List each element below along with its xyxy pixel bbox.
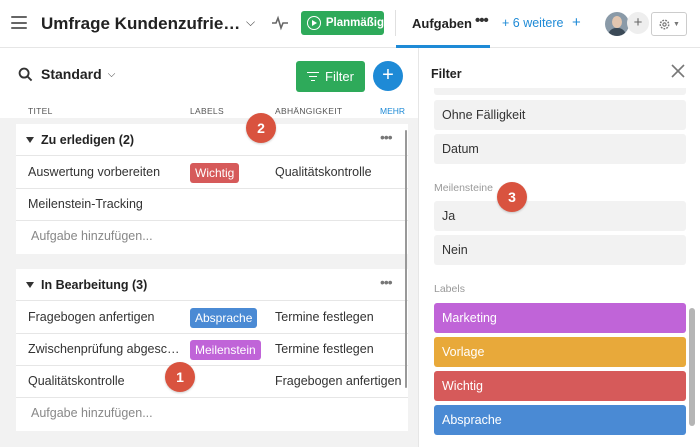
- menu-icon[interactable]: [11, 16, 27, 29]
- group-menu-icon[interactable]: •••: [380, 274, 393, 290]
- table-row[interactable]: Zwischenprüfung abgesc… Meilenstein Term…: [16, 334, 408, 366]
- group-header: In Bearbeitung (3) •••: [16, 269, 408, 301]
- tab-aufgaben[interactable]: Aufgaben: [412, 16, 472, 31]
- group-header: Zu erledigen (2) •••: [16, 124, 408, 156]
- add-member-button[interactable]: +: [627, 12, 649, 34]
- view-selector[interactable]: Standard ⌵: [18, 66, 115, 82]
- add-task-row[interactable]: Aufgabe hinzufügen...: [16, 221, 408, 253]
- column-more[interactable]: MEHR: [380, 106, 405, 116]
- task-group-todo: Zu erledigen (2) ••• Auswertung vorberei…: [16, 124, 408, 254]
- filter-button-label: Filter: [325, 69, 354, 84]
- callout-marker-3: 3: [497, 182, 527, 212]
- add-task-label: Aufgabe hinzufügen...: [31, 229, 153, 243]
- panel-title: Filter: [431, 67, 462, 81]
- gear-icon: [659, 19, 670, 29]
- filter-icon: [307, 70, 320, 82]
- group-title: In Bearbeitung (3): [41, 278, 148, 292]
- divider: [395, 10, 396, 36]
- section-label-milestones: Meilensteine: [434, 182, 493, 194]
- label-badge: Absprache: [190, 308, 258, 328]
- filter-option-yes[interactable]: Ja: [434, 201, 686, 231]
- list-scrollbar[interactable]: [405, 130, 407, 388]
- add-task-row[interactable]: Aufgabe hinzufügen...: [16, 398, 408, 430]
- filter-option-date[interactable]: Datum: [434, 134, 686, 164]
- task-title: Zwischenprüfung abgesc…: [28, 342, 180, 356]
- group-menu-icon[interactable]: •••: [380, 129, 393, 145]
- more-tabs-link[interactable]: + 6 weitere: [502, 16, 564, 30]
- collapse-icon[interactable]: [26, 137, 34, 143]
- task-title: Auswertung vorbereiten: [28, 165, 161, 179]
- status-label: Planmäßig: [325, 17, 384, 29]
- section-label-labels: Labels: [434, 283, 465, 295]
- table-row[interactable]: Meilenstein-Tracking: [16, 189, 408, 221]
- filter-option-partial[interactable]: [434, 88, 686, 95]
- filter-button[interactable]: Filter: [296, 61, 365, 92]
- search-icon: [18, 67, 33, 81]
- project-title[interactable]: Umfrage Kundenzufriede…: [41, 14, 241, 34]
- filter-label-vorlage[interactable]: Vorlage: [434, 337, 686, 367]
- task-title: Meilenstein-Tracking: [28, 197, 143, 211]
- column-dependency[interactable]: ABHÄNGIGKEIT: [275, 106, 342, 116]
- column-labels[interactable]: LABELS: [190, 106, 224, 116]
- status-button[interactable]: Planmäßig: [301, 11, 384, 35]
- callout-marker-1: 1: [165, 362, 195, 392]
- task-title: Fragebogen anfertigen: [28, 310, 155, 324]
- close-icon[interactable]: [670, 63, 686, 79]
- tab-options-icon[interactable]: •••: [475, 12, 489, 29]
- filter-label-wichtig[interactable]: Wichtig: [434, 371, 686, 401]
- chevron-down-icon: ▼: [673, 20, 680, 28]
- callout-marker-2: 2: [246, 113, 276, 143]
- filter-panel: Filter Ohne Fälligkeit Datum Meilenstein…: [418, 48, 700, 447]
- task-dependency: Termine festlegen: [275, 342, 374, 356]
- filter-label-absprache[interactable]: Absprache: [434, 405, 686, 435]
- task-dependency: Termine festlegen: [275, 310, 374, 324]
- add-tab-button[interactable]: +: [572, 14, 581, 31]
- settings-button[interactable]: ▼: [651, 12, 687, 36]
- chevron-down-icon[interactable]: ⌵: [246, 15, 255, 30]
- task-group-in-progress: In Bearbeitung (3) ••• Fragebogen anfert…: [16, 269, 408, 431]
- activity-icon[interactable]: [271, 14, 289, 32]
- panel-scrollbar[interactable]: [689, 308, 695, 426]
- filter-option-no-due[interactable]: Ohne Fälligkeit: [434, 100, 686, 130]
- task-title: Qualitätskontrolle: [28, 374, 125, 388]
- filter-label-marketing[interactable]: Marketing: [434, 303, 686, 333]
- avatar[interactable]: [605, 12, 629, 36]
- collapse-icon[interactable]: [26, 282, 34, 288]
- label-badge: Meilenstein: [190, 340, 261, 360]
- table-row[interactable]: Fragebogen anfertigen Absprache Termine …: [16, 302, 408, 334]
- view-name: Standard: [41, 66, 102, 82]
- task-dependency: Qualitätskontrolle: [275, 165, 372, 179]
- play-icon: [307, 16, 321, 30]
- table-row[interactable]: Auswertung vorbereiten Wichtig Qualitäts…: [16, 157, 408, 189]
- add-task-button[interactable]: +: [373, 61, 403, 91]
- table-row[interactable]: Qualitätskontrolle Fragebogen anfertigen: [16, 366, 408, 398]
- group-title: Zu erledigen (2): [41, 133, 135, 147]
- task-dependency: Fragebogen anfertigen: [275, 374, 402, 388]
- label-badge: Wichtig: [190, 163, 240, 183]
- top-bar: Umfrage Kundenzufriede… ⌵ Planmäßig Aufg…: [0, 0, 700, 48]
- add-task-label: Aufgabe hinzufügen...: [31, 406, 153, 420]
- column-title[interactable]: TITEL: [28, 106, 53, 116]
- filter-option-no[interactable]: Nein: [434, 235, 686, 265]
- chevron-down-icon: ⌵: [107, 68, 116, 80]
